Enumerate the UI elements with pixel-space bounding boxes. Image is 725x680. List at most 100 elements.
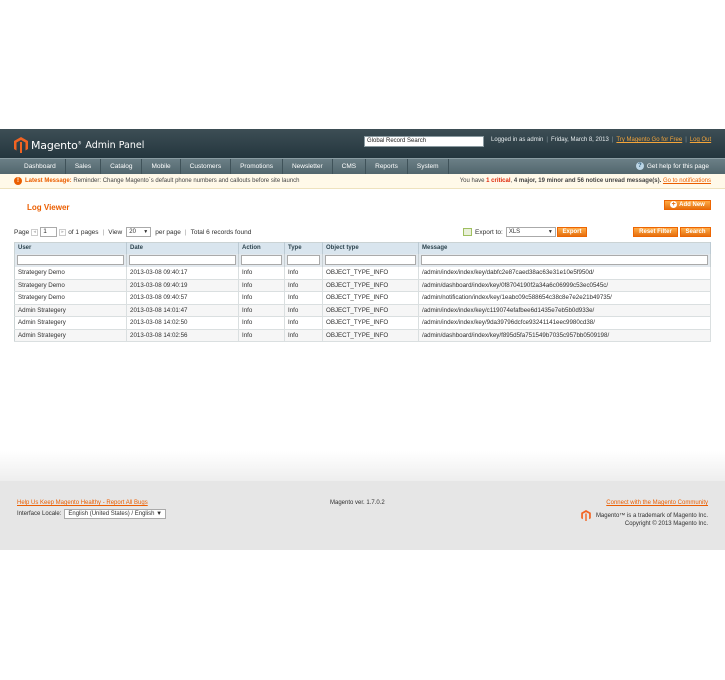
column-header-action[interactable]: Action <box>238 242 285 254</box>
cell-user: Admin Strategery <box>14 329 127 342</box>
table-row[interactable]: Admin Strategery 2013-03-08 14:02:56 Inf… <box>14 329 711 342</box>
cell-object-type: OBJECT_TYPE_INFO <box>322 316 419 330</box>
of-pages-text: of 1 pages <box>68 228 99 236</box>
cell-message: /admin/dashboard/index/key/f895d5fa75154… <box>418 329 711 342</box>
nav-dashboard[interactable]: Dashboard <box>0 159 66 174</box>
nav-sales[interactable]: Sales <box>66 159 102 174</box>
cell-date: 2013-03-08 14:01:47 <box>126 304 239 317</box>
nav-customers[interactable]: Customers <box>181 159 232 174</box>
table-row[interactable]: Strategery Demo 2013-03-08 09:40:57 Info… <box>14 291 711 305</box>
plus-icon: + <box>670 201 678 208</box>
cell-date: 2013-03-08 09:40:17 <box>126 266 239 280</box>
page-label: Page <box>14 228 30 236</box>
cell-user: Strategery Demo <box>14 266 127 280</box>
magento-version: Magento ver. 1.7.0.2 <box>330 500 385 506</box>
copyright: Copyright © 2013 Magento Inc. <box>624 521 708 527</box>
filter-object-type-input[interactable] <box>325 255 416 265</box>
export-format-select[interactable]: XLS ▼ <box>505 227 556 237</box>
page-title: Log Viewer <box>27 203 70 212</box>
table-row[interactable]: Admin Strategery 2013-03-08 14:02:50 Inf… <box>14 316 711 330</box>
filter-message-input[interactable] <box>421 255 708 265</box>
nav-newsletter[interactable]: Newsletter <box>283 159 333 174</box>
total-records: Total 6 records found <box>190 228 252 236</box>
latest-message: Latest Message: Reminder: Change Magento… <box>25 178 300 184</box>
page-number-input[interactable]: 1 <box>40 227 58 237</box>
report-bugs-link[interactable]: Help Us Keep Magento Healthy - Report Al… <box>17 500 148 506</box>
chevron-down-icon: ▼ <box>547 229 553 235</box>
nav-reports[interactable]: Reports <box>366 159 408 174</box>
filter-action-input[interactable] <box>241 255 282 265</box>
cell-action: Info <box>238 291 285 305</box>
cell-object-type: OBJECT_TYPE_INFO <box>322 291 419 305</box>
notification-summary: You have 1 critical, 4 major, 19 minor a… <box>459 178 711 184</box>
filter-date-input[interactable] <box>129 255 236 265</box>
header-date: Friday, March 8, 2013 <box>550 137 609 143</box>
notification-bar: ! Latest Message: Reminder: Change Magen… <box>0 174 725 189</box>
global-search-input[interactable]: Global Record Search <box>364 136 484 147</box>
table-row[interactable]: Admin Strategery 2013-03-08 14:01:47 Inf… <box>14 304 711 317</box>
filter-user-input[interactable] <box>17 255 124 265</box>
column-header-user[interactable]: User <box>14 242 127 254</box>
latest-message-text[interactable]: Reminder: Change Magento`s default phone… <box>73 178 299 184</box>
column-header-message[interactable]: Message <box>418 242 711 254</box>
per-page-select[interactable]: 20 ▼ <box>126 227 152 237</box>
magento-logo[interactable]: Magento® Admin Panel <box>14 137 144 153</box>
cell-type: Info <box>284 279 323 292</box>
cell-user: Admin Strategery <box>14 304 127 317</box>
cell-message: /admin/index/index/key/c119074efafbee6d1… <box>418 304 711 317</box>
help-link[interactable]: ? Get help for this page <box>635 162 709 170</box>
cell-type: Info <box>284 329 323 342</box>
view-label: View <box>108 228 123 236</box>
cell-user: Strategery Demo <box>14 279 127 292</box>
cell-message: /admin/dashboard/index/key/0f8704190f2a3… <box>418 279 711 292</box>
chevron-down-icon: ▼ <box>156 511 163 517</box>
next-page-icon[interactable]: ▸ <box>59 228 67 236</box>
cell-action: Info <box>238 316 285 330</box>
logged-in-text: Logged in as admin <box>491 137 544 143</box>
prev-page-icon[interactable]: ◂ <box>31 228 39 236</box>
cell-action: Info <box>238 266 285 280</box>
search-button[interactable]: Search <box>680 227 711 237</box>
go-to-notifications-link[interactable]: Go to notifications <box>663 178 711 184</box>
nav-catalog[interactable]: Catalog <box>101 159 143 174</box>
nav-promotions[interactable]: Promotions <box>231 159 283 174</box>
try-magento-go-link[interactable]: Try Magento Go for Free <box>616 137 682 143</box>
export-button[interactable]: Export <box>557 227 587 237</box>
cell-object-type: OBJECT_TYPE_INFO <box>322 329 419 342</box>
chevron-down-icon: ▼ <box>143 229 149 235</box>
table-row[interactable]: Strategery Demo 2013-03-08 09:40:19 Info… <box>14 279 711 292</box>
pager: Page ◂ 1 ▸ of 1 pages | View 20 ▼ per pag… <box>14 227 252 237</box>
cell-date: 2013-03-08 14:02:56 <box>126 329 239 342</box>
filter-type-input[interactable] <box>287 255 320 265</box>
reset-filter-button[interactable]: Reset Filter <box>633 227 678 237</box>
nav-system[interactable]: System <box>408 159 449 174</box>
cell-type: Info <box>284 266 323 280</box>
column-header-object-type[interactable]: Object type <box>322 242 419 254</box>
column-header-type[interactable]: Type <box>284 242 323 254</box>
trademark-line: Magento™ is a trademark of Magento Inc. <box>581 510 708 521</box>
community-link[interactable]: Connect with the Magento Community <box>606 500 708 506</box>
cell-type: Info <box>284 304 323 317</box>
help-link-label: Get help for this page <box>646 162 709 170</box>
locale-select[interactable]: English (United States) / English ▼ <box>64 509 167 519</box>
cell-date: 2013-03-08 09:40:57 <box>126 291 239 305</box>
logout-link[interactable]: Log Out <box>690 137 711 143</box>
cell-action: Info <box>238 304 285 317</box>
nav-mobile[interactable]: Mobile <box>142 159 181 174</box>
nav-cms[interactable]: CMS <box>333 159 367 174</box>
admin-header: Magento® Admin Panel Global Record Searc… <box>0 129 725 158</box>
header-links: Logged in as admin | Friday, March 8, 2013… <box>491 137 712 143</box>
cell-date: 2013-03-08 14:02:50 <box>126 316 239 330</box>
export-icon <box>463 228 472 236</box>
help-icon: ? <box>635 162 644 170</box>
footer: Help Us Keep Magento Healthy - Report Al… <box>0 451 725 550</box>
log-grid: User Date Action Type Object type Messag… <box>14 242 711 342</box>
table-row[interactable]: Strategery Demo 2013-03-08 09:40:17 Info… <box>14 266 711 280</box>
cell-action: Info <box>238 279 285 292</box>
filter-row <box>14 253 711 267</box>
column-header-date[interactable]: Date <box>126 242 239 254</box>
add-new-button[interactable]: + Add New <box>664 200 711 210</box>
brand-name: Magento® <box>31 138 82 152</box>
export-controls: Export to: XLS ▼ <box>463 227 559 237</box>
cell-user: Strategery Demo <box>14 291 127 305</box>
